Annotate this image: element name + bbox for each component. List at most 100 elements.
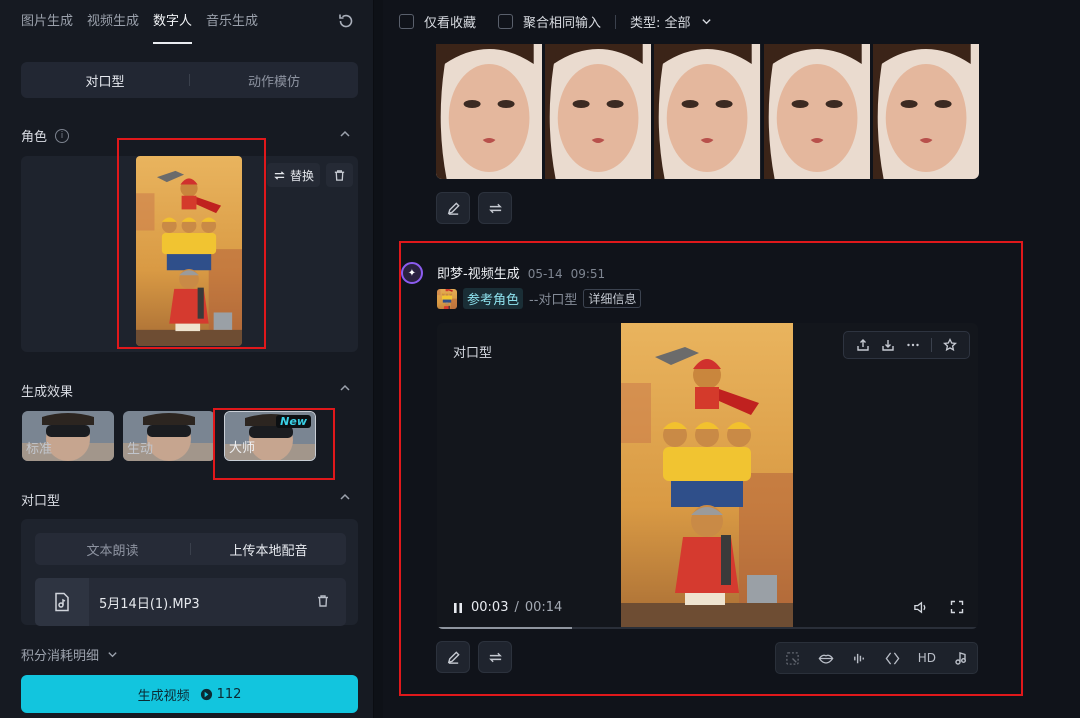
reference-role-link[interactable]: 参考角色 bbox=[463, 288, 524, 309]
chevron-down-icon bbox=[108, 652, 117, 658]
edit-result-button[interactable] bbox=[436, 641, 470, 673]
role-section-title: 角色 bbox=[21, 130, 48, 145]
frame-extend-icon[interactable] bbox=[785, 651, 800, 666]
details-button[interactable]: 详细信息 bbox=[583, 289, 642, 308]
audio-file-icon bbox=[35, 578, 89, 626]
reference-type: --对口型 bbox=[529, 293, 578, 308]
effect-label: 生动 bbox=[127, 442, 154, 457]
video-player[interactable]: 对口型 00:03 / 00:14 bbox=[437, 323, 978, 629]
filter-bar: 仅看收藏 聚合相同输入 类型: 全部 bbox=[399, 12, 712, 31]
audio-file-name: 5月14日(1).MP3 bbox=[99, 597, 200, 612]
generate-label: 生成视频 bbox=[137, 688, 190, 704]
highlight-box-role bbox=[117, 138, 266, 349]
message-date: 05-14 bbox=[527, 267, 563, 281]
interpolate-icon[interactable] bbox=[885, 651, 900, 666]
effects-section-header: 生成效果 bbox=[21, 381, 73, 400]
text-to-speech-option[interactable]: 文本朗读 bbox=[35, 540, 190, 559]
reference-row: 参考角色 --对口型 详细信息 bbox=[437, 288, 642, 309]
share-icon[interactable] bbox=[856, 338, 870, 352]
audio-file-row: 5月14日(1).MP3 bbox=[35, 578, 346, 626]
message-header: 即梦-视频生成 05-14 09:51 bbox=[437, 263, 605, 282]
download-icon[interactable] bbox=[881, 338, 895, 352]
reference-thumbnail bbox=[437, 289, 457, 309]
image-thumbnail[interactable] bbox=[436, 44, 542, 179]
pause-icon[interactable] bbox=[451, 601, 465, 615]
star-icon[interactable] bbox=[943, 338, 958, 352]
image-thumbnail[interactable] bbox=[545, 44, 651, 179]
duration: 00:14 bbox=[524, 600, 563, 615]
favorites-checkbox[interactable] bbox=[399, 14, 414, 29]
time-separator: / bbox=[514, 600, 519, 615]
replace-button[interactable]: 替换 bbox=[267, 163, 320, 187]
delete-role-button[interactable] bbox=[326, 163, 353, 187]
progress-fill bbox=[437, 627, 573, 629]
lip-section-title: 对口型 bbox=[21, 494, 61, 509]
credits-label: 积分消耗明细 bbox=[21, 649, 100, 664]
swap-icon bbox=[274, 170, 285, 180]
music-note-icon[interactable] bbox=[954, 651, 968, 665]
audio-source-segmented: 文本朗读 上传本地配音 bbox=[35, 533, 346, 565]
tab-digital-human[interactable]: 数字人 bbox=[153, 0, 193, 44]
mode-motion-mimic[interactable]: 动作模仿 bbox=[190, 71, 358, 90]
role-section-header: 角色 i bbox=[21, 126, 70, 145]
trash-icon bbox=[334, 169, 345, 181]
player-label: 对口型 bbox=[453, 346, 493, 361]
refresh-icon[interactable] bbox=[337, 12, 355, 30]
image-thumbnail[interactable] bbox=[764, 44, 870, 179]
chevron-down-icon[interactable] bbox=[701, 16, 712, 27]
favorites-label[interactable]: 仅看收藏 bbox=[424, 12, 476, 31]
image-grid bbox=[436, 44, 979, 179]
message-title: 即梦-视频生成 bbox=[437, 267, 520, 282]
mode-lip-sync[interactable]: 对口型 bbox=[21, 71, 189, 90]
image-thumbnail[interactable] bbox=[873, 44, 979, 179]
volume-icon[interactable] bbox=[913, 600, 928, 615]
pencil-icon bbox=[447, 201, 460, 215]
loop-icon bbox=[488, 203, 502, 213]
video-frame[interactable] bbox=[621, 323, 793, 629]
lip-section-header: 对口型 bbox=[21, 490, 60, 509]
merge-checkbox[interactable] bbox=[498, 14, 514, 29]
tab-music-gen[interactable]: 音乐生成 bbox=[206, 0, 258, 44]
playback-controls: 00:03 / 00:14 bbox=[451, 600, 562, 615]
progress-bar[interactable] bbox=[437, 627, 978, 629]
mode-segmented: 对口型 动作模仿 bbox=[21, 62, 358, 98]
collapse-role-icon[interactable] bbox=[339, 128, 351, 140]
player-toolbar bbox=[843, 331, 970, 359]
audio-wave-icon[interactable] bbox=[852, 651, 867, 666]
hd-upscale-button[interactable]: HD bbox=[918, 651, 936, 665]
effect-label: 标准 bbox=[26, 442, 53, 457]
credit-icon bbox=[200, 688, 212, 700]
player-right-controls bbox=[913, 600, 964, 615]
more-icon[interactable] bbox=[906, 338, 920, 352]
regenerate-button[interactable] bbox=[478, 192, 512, 224]
tab-image-gen[interactable]: 图片生成 bbox=[21, 0, 73, 44]
effect-vivid[interactable]: 生动 bbox=[123, 411, 215, 461]
delete-audio-icon[interactable] bbox=[316, 594, 330, 608]
tab-video-gen[interactable]: 视频生成 bbox=[87, 0, 139, 44]
left-panel: 图片生成 视频生成 数字人 音乐生成 对口型 动作模仿 角色 i 替换 生成效果… bbox=[0, 0, 374, 718]
pencil-icon bbox=[447, 650, 460, 664]
video-tools-bar: HD bbox=[775, 642, 978, 674]
regenerate-result-button[interactable] bbox=[478, 641, 512, 673]
credits-detail-toggle[interactable]: 积分消耗明细 bbox=[21, 645, 118, 664]
lip-icon[interactable] bbox=[818, 651, 834, 666]
divider bbox=[615, 14, 617, 29]
info-icon[interactable]: i bbox=[55, 128, 70, 143]
type-filter[interactable]: 类型: 全部 bbox=[630, 12, 691, 31]
current-time: 00:03 bbox=[471, 600, 509, 615]
collapse-effects-icon[interactable] bbox=[339, 382, 351, 394]
message-time: 09:51 bbox=[570, 267, 606, 281]
image-thumbnail[interactable] bbox=[654, 44, 760, 179]
cost: 112 bbox=[200, 686, 242, 702]
highlight-box-effect bbox=[213, 408, 335, 480]
fullscreen-icon[interactable] bbox=[950, 600, 964, 614]
effect-standard[interactable]: 标准 bbox=[22, 411, 114, 461]
merge-label[interactable]: 聚合相同输入 bbox=[523, 12, 601, 31]
divider bbox=[931, 338, 933, 352]
replace-label: 替换 bbox=[289, 168, 314, 183]
generate-video-button[interactable]: 生成视频 112 bbox=[21, 675, 358, 713]
cost-value: 112 bbox=[216, 686, 242, 702]
collapse-lip-icon[interactable] bbox=[339, 491, 351, 503]
edit-button[interactable] bbox=[436, 192, 470, 224]
upload-audio-option[interactable]: 上传本地配音 bbox=[191, 540, 346, 559]
